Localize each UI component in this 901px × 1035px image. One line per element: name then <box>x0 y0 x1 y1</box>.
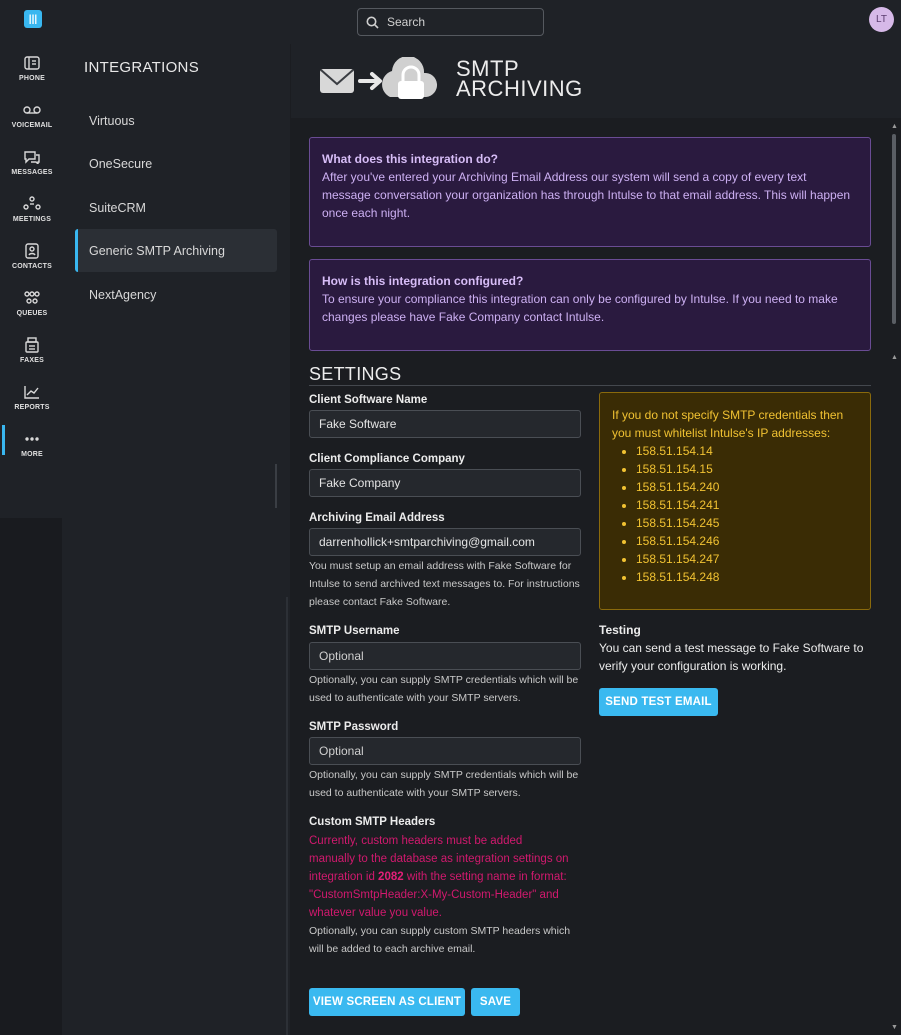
integration-item-nextagency[interactable]: NextAgency <box>75 273 277 316</box>
ip-list-item: 158.51.154.245 <box>636 514 858 532</box>
nav-phone[interactable]: PHONE <box>0 44 64 91</box>
nav-meetings[interactable]: MEETINGS <box>0 185 64 232</box>
integration-item-smtp-archiving[interactable]: Generic SMTP Archiving <box>75 229 277 272</box>
integration-item-virtuous[interactable]: Virtuous <box>75 99 277 142</box>
ip-list-item: 158.51.154.240 <box>636 478 858 496</box>
reports-icon <box>22 383 42 401</box>
archive-email-field[interactable]: darrenhollick+smtparchiving@gmail.com <box>309 528 581 556</box>
left-nav-rail: ||| PHONE VOICEMAIL MESSAGES MEETINGS CO… <box>0 0 64 1035</box>
meetings-icon <box>22 195 42 213</box>
ip-whitelist-box: If you do not specify SMTP credentials t… <box>599 392 871 610</box>
scroll-down-arrow-icon[interactable]: ▼ <box>891 1024 898 1031</box>
view-screen-as-client-button[interactable]: VIEW SCREEN AS CLIENT <box>309 988 465 1016</box>
smtp-password-field[interactable]: Optional <box>309 737 581 765</box>
nav-meetings-label: MEETINGS <box>12 215 52 223</box>
nav-faxes[interactable]: FAXES <box>0 326 64 373</box>
ip-whitelist-text: If you do not specify SMTP credentials t… <box>612 408 844 440</box>
integration-item-onesecure[interactable]: OneSecure <box>75 142 277 185</box>
integration-title: SMTP ARCHIVING <box>456 58 583 101</box>
testing-heading: Testing <box>599 623 641 637</box>
nav-messages[interactable]: MESSAGES <box>0 138 64 185</box>
nav-more[interactable]: MORE <box>0 420 64 467</box>
compliance-company-label: Client Compliance Company <box>309 453 465 465</box>
archive-email-help: You must setup an email address with Fak… <box>309 560 580 608</box>
ip-list: 158.51.154.14 158.51.154.15 158.51.154.2… <box>636 442 858 586</box>
info-purpose-text: After you've entered your Archiving Emai… <box>322 170 851 220</box>
smtp-username-label: SMTP Username <box>309 625 400 637</box>
nav-messages-label: MESSAGES <box>11 168 53 176</box>
smtp-username-field[interactable]: Optional <box>309 642 581 670</box>
ip-list-item: 158.51.154.15 <box>636 460 858 478</box>
info-purpose-question: What does this integration do? <box>322 152 498 166</box>
smtp-password-help: Optionally, you can supply SMTP credenti… <box>309 769 579 799</box>
main-scrollbar-thumb[interactable] <box>892 134 896 324</box>
custom-headers-warning: Currently, custom headers must be added … <box>309 832 571 922</box>
nav-voicemail[interactable]: VOICEMAIL <box>0 91 64 138</box>
search-input[interactable]: Search <box>357 8 544 36</box>
info-config-question: How is this integration configured? <box>322 274 524 288</box>
voicemail-icon <box>22 101 42 119</box>
integrations-panel: INTEGRATIONS Virtuous OneSecure SuiteCRM… <box>64 44 290 1035</box>
testing-text: You can send a test message to Fake Soft… <box>599 641 864 673</box>
ip-list-item: 158.51.154.241 <box>636 496 858 514</box>
main-content: SMTP ARCHIVING ▲ ▲ ▼ What does this inte… <box>291 44 901 1035</box>
integration-header: SMTP ARCHIVING <box>291 44 901 118</box>
nav-faxes-label: FAXES <box>20 356 44 364</box>
integrations-scrollbar[interactable] <box>275 464 277 508</box>
search-placeholder: Search <box>387 15 426 29</box>
rail-bottom-area <box>0 518 62 1035</box>
nav-queues[interactable]: QUEUES <box>0 279 64 326</box>
scroll-mid-arrow-icon[interactable]: ▲ <box>891 354 898 361</box>
nav-queues-label: QUEUES <box>16 309 48 317</box>
search-icon <box>366 16 379 29</box>
nav-contacts[interactable]: CONTACTS <box>0 232 64 279</box>
smtp-password-label: SMTP Password <box>309 721 399 733</box>
user-avatar[interactable]: LT <box>869 7 894 32</box>
settings-divider <box>309 385 871 386</box>
nav-reports[interactable]: REPORTS <box>0 373 64 420</box>
app-logo-icon[interactable]: ||| <box>24 10 42 28</box>
client-software-field[interactable]: Fake Software <box>309 410 581 438</box>
nav-contacts-label: CONTACTS <box>12 262 52 270</box>
save-button[interactable]: SAVE <box>471 988 520 1016</box>
ip-list-item: 158.51.154.247 <box>636 550 858 568</box>
send-test-email-button[interactable]: SEND TEST EMAIL <box>599 688 718 716</box>
archive-email-label: Archiving Email Address <box>309 512 445 524</box>
info-box-purpose: What does this integration do? After you… <box>309 137 871 247</box>
title-line-2: ARCHIVING <box>456 76 583 101</box>
more-dots-icon <box>22 430 42 448</box>
ip-list-item: 158.51.154.14 <box>636 442 858 460</box>
panel-divider <box>286 597 288 1035</box>
ip-list-item: 158.51.154.246 <box>636 532 858 550</box>
custom-headers-help: Optionally, you can supply custom SMTP h… <box>309 925 571 955</box>
nav-phone-label: PHONE <box>19 74 45 82</box>
ip-list-item: 158.51.154.248 <box>636 568 858 586</box>
nav-more-label: MORE <box>21 450 43 458</box>
settings-heading: SETTINGS <box>309 364 402 384</box>
info-box-configuration: How is this integration configured? To e… <box>309 259 871 351</box>
phone-icon <box>22 54 42 72</box>
contacts-icon <box>22 242 42 260</box>
integration-item-suitecrm[interactable]: SuiteCRM <box>75 186 277 229</box>
nav-voicemail-label: VOICEMAIL <box>11 121 53 129</box>
client-software-label: Client Software Name <box>309 394 428 406</box>
smtp-username-help: Optionally, you can supply SMTP credenti… <box>309 674 579 704</box>
smtp-archiving-logo-icon <box>320 57 437 99</box>
integrations-title: INTEGRATIONS <box>84 59 199 76</box>
messages-icon <box>22 148 42 166</box>
custom-headers-label: Custom SMTP Headers <box>309 816 436 828</box>
compliance-company-field[interactable]: Fake Company <box>309 469 581 497</box>
top-bar: Search LT <box>64 0 901 44</box>
queues-icon <box>22 289 42 307</box>
info-config-text: To ensure your compliance this integrati… <box>322 292 838 324</box>
headers-warning-id: 2082 <box>378 871 404 883</box>
nav-reports-label: REPORTS <box>14 403 50 411</box>
fax-icon <box>22 336 42 354</box>
scroll-up-arrow-icon[interactable]: ▲ <box>891 123 898 130</box>
